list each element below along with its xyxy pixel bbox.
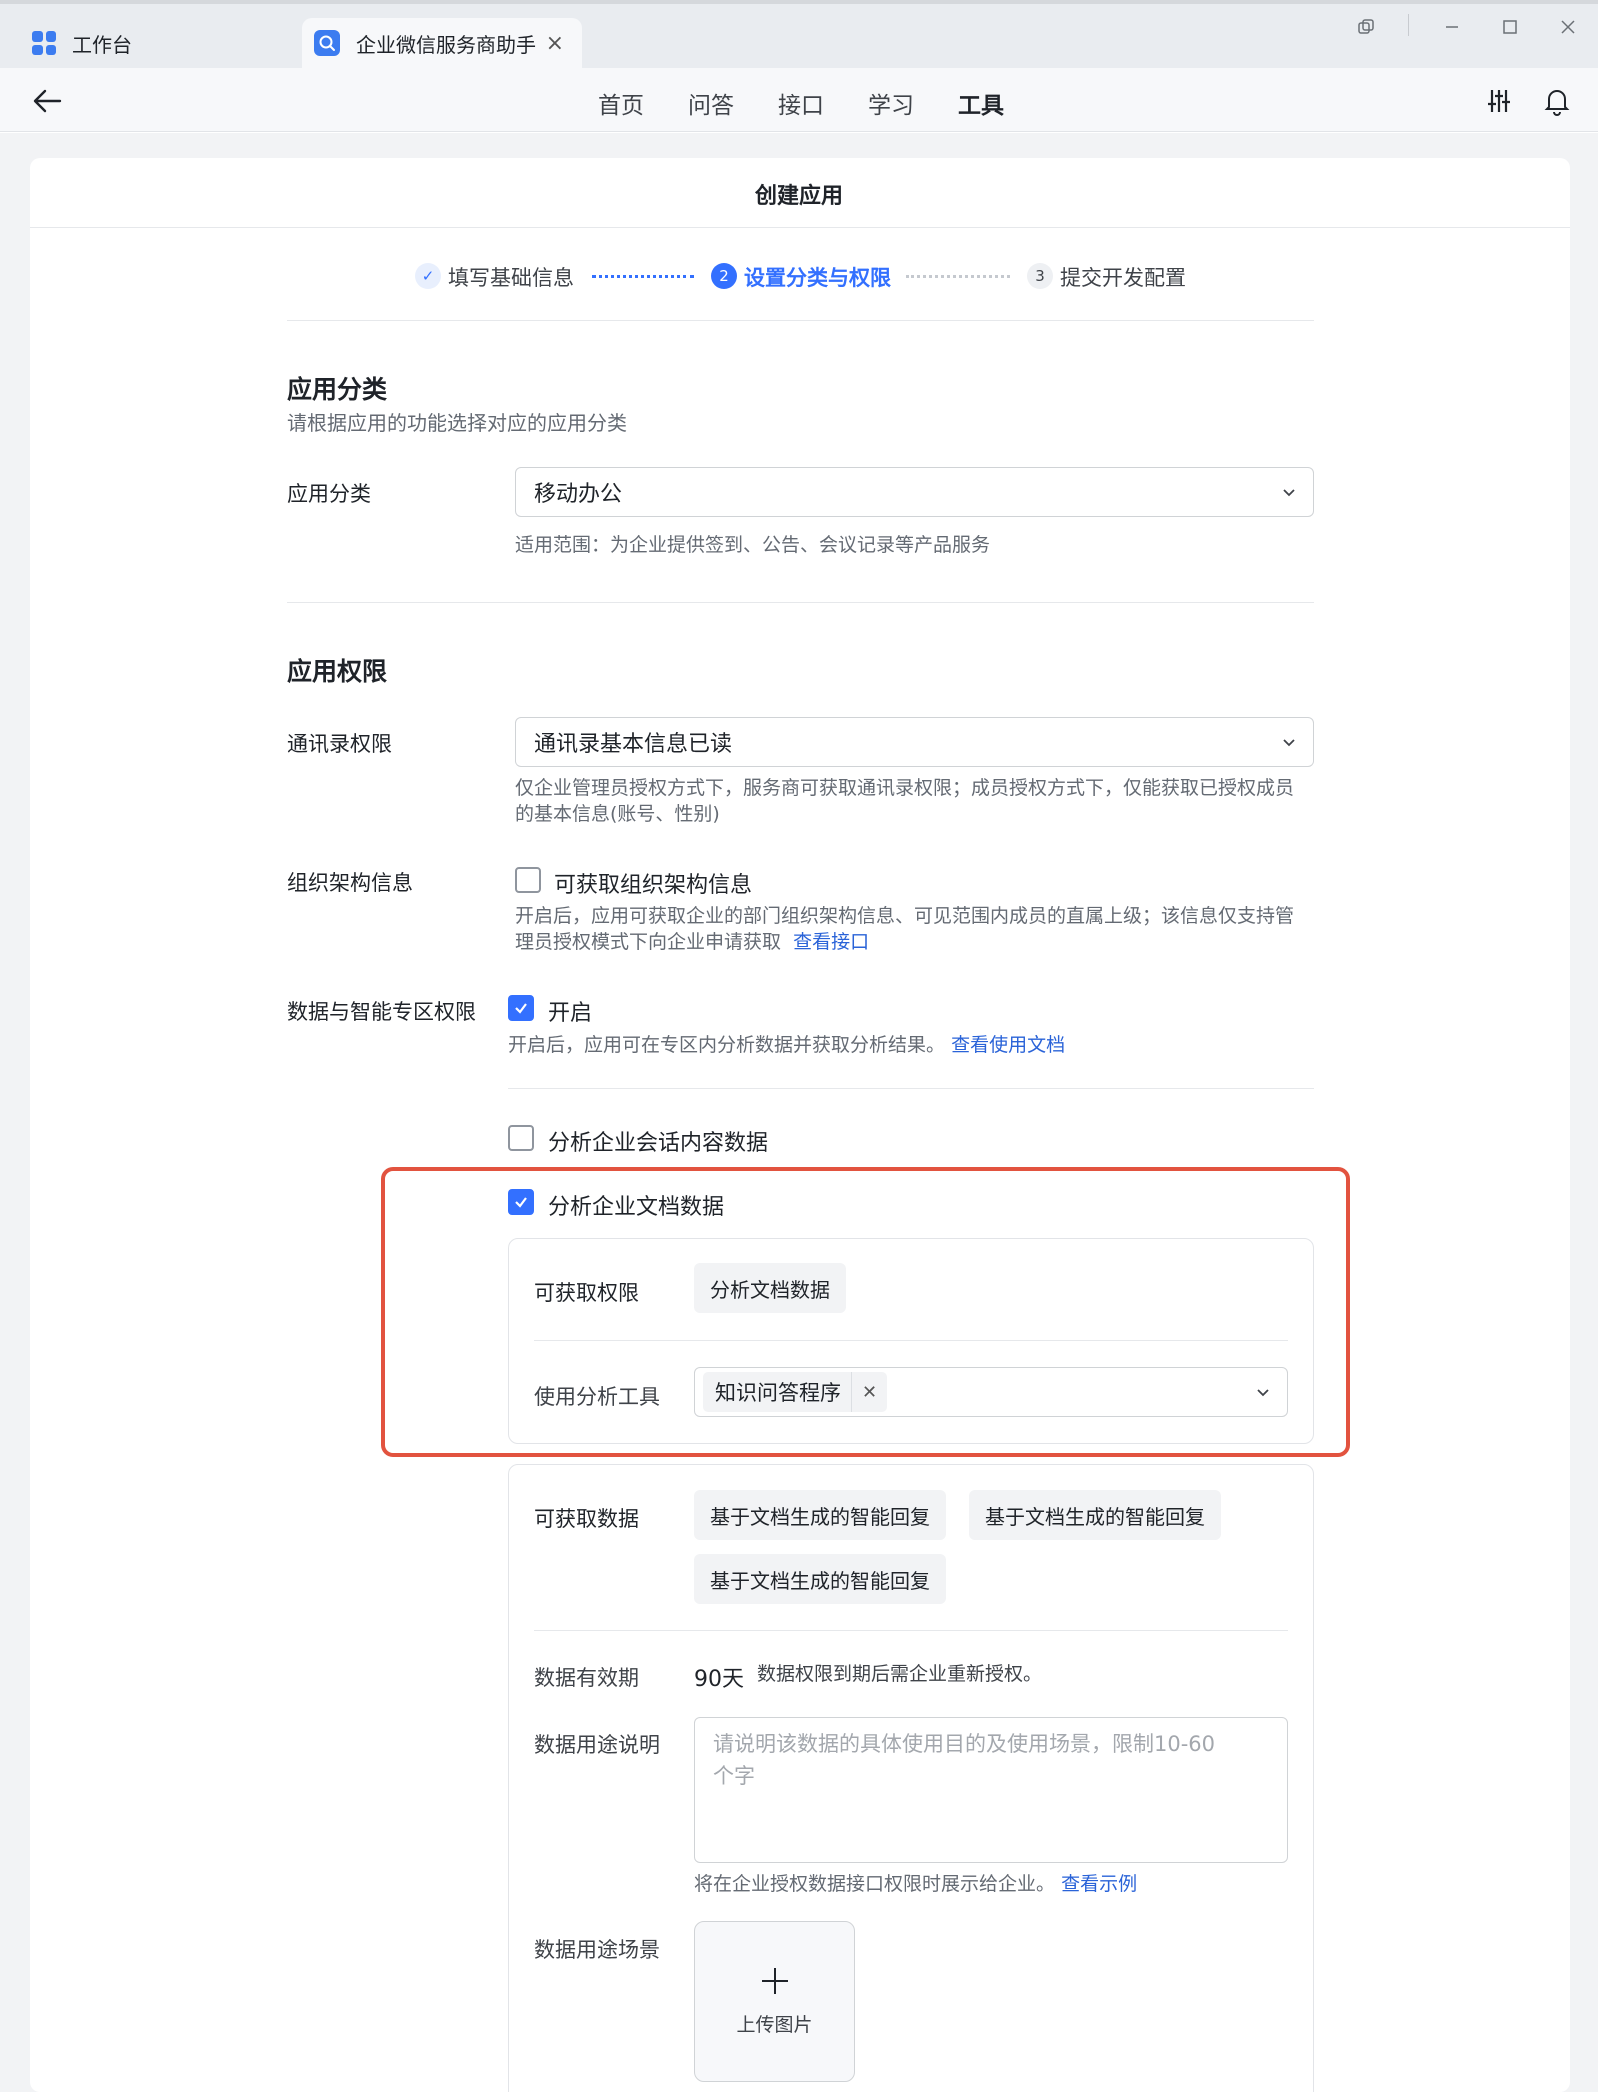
perm-value-pill: 分析文档数据 (694, 1263, 846, 1313)
check-icon (515, 1197, 527, 1208)
tool-tag-label: 知识问答程序 (715, 1381, 841, 1405)
scene-label: 数据用途场景 (534, 1938, 660, 1962)
org-hint-text: 理员授权模式下向企业申请获取 (515, 931, 782, 953)
data-zone-divider (508, 1088, 1314, 1089)
remove-tag-icon[interactable]: ✕ (851, 1372, 887, 1412)
data-item-pill: 基于文档生成的智能回复 (694, 1554, 946, 1604)
org-info-label: 组织架构信息 (287, 871, 413, 895)
view-example-link[interactable]: 查看示例 (1061, 1873, 1137, 1895)
data-zone-hint: 开启后，应用可在专区内分析数据并获取分析结果。 查看使用文档 (508, 1032, 1065, 1058)
nav-tools[interactable]: 工具 (958, 86, 1004, 120)
back-arrow-icon[interactable] (30, 84, 70, 118)
analysis-tool-select[interactable]: 知识问答程序 ✕ (694, 1367, 1288, 1417)
validity-value: 90天 (694, 1667, 744, 1692)
analyze-docs-label: 分析企业文档数据 (548, 1195, 725, 1220)
tab-workbench-label: 工作台 (72, 32, 132, 57)
panel-divider (534, 1340, 1288, 1341)
nav-learn[interactable]: 学习 (868, 86, 914, 120)
org-info-checkbox[interactable] (515, 867, 541, 893)
maximize-icon[interactable] (1490, 10, 1530, 44)
step-2-label: 设置分类与权限 (744, 266, 891, 290)
analyze-docs-checkbox[interactable] (508, 1189, 534, 1215)
data-zone-hint-text: 开启后，应用可在专区内分析数据并获取分析结果。 (508, 1034, 946, 1056)
org-hint-line2: 理员授权模式下向企业申请获取 查看接口 (515, 929, 869, 955)
data-item-pill: 基于文档生成的智能回复 (694, 1490, 946, 1540)
step-2-number: 2 (711, 263, 737, 289)
bell-icon[interactable] (1540, 84, 1574, 118)
org-info-checkbox-label: 可获取组织架构信息 (554, 873, 753, 898)
purpose-hint: 将在企业授权数据接口权限时展示给企业。 查看示例 (694, 1871, 1137, 1897)
contacts-permission-label: 通讯录权限 (287, 732, 392, 756)
data-item-pill: 基于文档生成的智能回复 (969, 1490, 1221, 1540)
purpose-placeholder-line2: 个字 (713, 1764, 755, 1788)
panel-divider (534, 1630, 1288, 1631)
minimize-icon[interactable] (1432, 10, 1472, 44)
chat-app-icon (314, 30, 340, 56)
upload-image-button[interactable]: 上传图片 (694, 1921, 855, 2082)
category-scope-hint: 适用范围：为企业提供签到、公告、会议记录等产品服务 (515, 534, 991, 556)
nav-api[interactable]: 接口 (778, 86, 824, 120)
purpose-placeholder-line1: 请说明该数据的具体使用目的及使用场景，限制10-60 (713, 1732, 1216, 1756)
purpose-hint-text: 将在企业授权数据接口权限时展示给企业。 (694, 1873, 1056, 1895)
check-icon (515, 1003, 527, 1014)
chevron-down-icon (1283, 739, 1295, 747)
close-window-icon[interactable] (1548, 10, 1588, 44)
data-zone-checkbox-label: 开启 (548, 1001, 593, 1026)
upload-label: 上传图片 (736, 2014, 813, 2036)
chevron-down-icon (1257, 1389, 1269, 1397)
validity-label: 数据有效期 (534, 1666, 639, 1690)
category-heading: 应用分类 (287, 375, 388, 404)
step-1-label: 填写基础信息 (448, 266, 574, 290)
tool-tag: 知识问答程序 ✕ (703, 1372, 887, 1412)
window-button-separator (1408, 14, 1409, 36)
data-label: 可获取数据 (534, 1507, 639, 1531)
chevron-down-icon (1283, 489, 1295, 497)
permissions-heading: 应用权限 (287, 657, 388, 686)
category-select-value: 移动办公 (534, 482, 623, 507)
tab-assistant-label: 企业微信服务商助手 (356, 32, 536, 57)
nav-qa[interactable]: 问答 (688, 86, 734, 120)
step-connector-2 (906, 275, 1010, 278)
analyze-chat-checkbox[interactable] (508, 1125, 534, 1151)
tab-close-icon[interactable]: × (546, 31, 564, 56)
analyze-chat-label: 分析企业会话内容数据 (548, 1131, 769, 1156)
step-connector-1 (592, 275, 694, 278)
contacts-permission-select[interactable]: 通讯录基本信息已读 (515, 717, 1314, 767)
data-zone-checkbox[interactable] (508, 995, 534, 1021)
nav-home[interactable]: 首页 (598, 86, 644, 120)
grid-icon (32, 31, 56, 55)
category-description: 请根据应用的功能选择对应的应用分类 (287, 411, 627, 435)
data-zone-label: 数据与智能专区权限 (287, 1000, 476, 1024)
category-field-label: 应用分类 (287, 482, 371, 506)
purpose-label: 数据用途说明 (534, 1733, 660, 1757)
section-divider (287, 602, 1314, 603)
page-title: 创建应用 (754, 184, 843, 209)
contacts-hint-line1: 仅企业管理员授权方式下，服务商可获取通讯录权限；成员授权方式下，仅能获取已授权成… (515, 777, 1295, 799)
view-docs-link[interactable]: 查看使用文档 (951, 1034, 1065, 1056)
tab-workbench[interactable]: 工作台 (14, 18, 294, 68)
steps-divider (287, 320, 1314, 321)
category-select[interactable]: 移动办公 (515, 467, 1314, 517)
perm-label: 可获取权限 (534, 1281, 639, 1305)
tool-label: 使用分析工具 (534, 1385, 660, 1409)
plus-icon (761, 1968, 788, 1994)
validity-hint: 数据权限到期后需企业重新授权。 (757, 1663, 1043, 1685)
contacts-hint-line2: 的基本信息(账号、性别) (515, 803, 720, 825)
purpose-textarea[interactable]: 请说明该数据的具体使用目的及使用场景，限制10-60 个字 (694, 1717, 1288, 1863)
tab-service-assistant[interactable]: 企业微信服务商助手 × (302, 18, 582, 68)
view-api-link[interactable]: 查看接口 (793, 931, 869, 953)
contacts-permission-value: 通讯录基本信息已读 (534, 732, 733, 757)
step-3-number: 3 (1027, 263, 1053, 289)
step-3-label: 提交开发配置 (1060, 266, 1186, 290)
pin-window-icon[interactable] (1346, 10, 1386, 44)
settings-sliders-icon[interactable] (1482, 84, 1516, 118)
step-1-check-icon: ✓ (415, 263, 441, 289)
org-hint-line1: 开启后，应用可获取企业的部门组织架构信息、可见范围内成员的直属上级；该信息仅支持… (515, 905, 1295, 927)
